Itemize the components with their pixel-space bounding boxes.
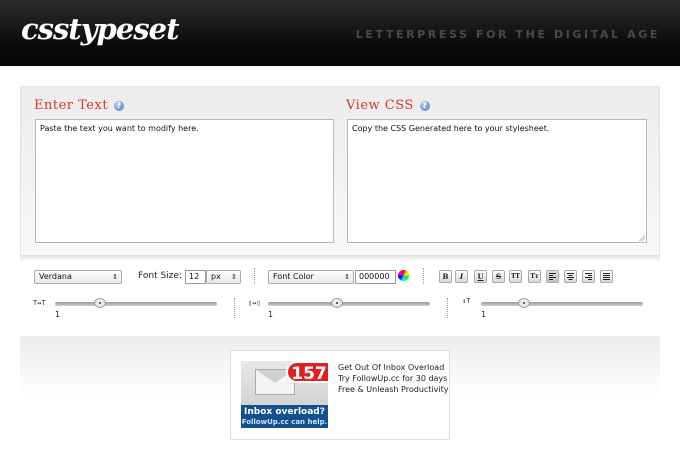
bold-button[interactable]: B — [439, 270, 452, 283]
line-height-value: 1 — [481, 310, 487, 319]
advertisement[interactable]: 157 Inbox overload? FollowUp.cc can help… — [230, 350, 450, 440]
letter-spacing-track[interactable] — [55, 302, 217, 306]
select-arrow-icon: ⇕ — [112, 273, 118, 281]
tagline: LETTERPRESS FOR THE DIGITAL AGE — [355, 28, 660, 41]
align-left-glyph — [549, 273, 556, 280]
align-right-glyph — [585, 273, 592, 280]
letter-spacing-handle[interactable] — [94, 298, 106, 308]
view-css-textarea[interactable]: Copy the CSS Generated here to your styl… — [347, 119, 647, 243]
word-spacing-handle[interactable] — [331, 298, 343, 308]
strikethrough-button[interactable]: S — [492, 270, 505, 283]
color-hex-input[interactable]: 000000 — [355, 270, 396, 284]
word-spacing-track[interactable] — [268, 302, 430, 306]
ad-text-line[interactable]: Free & Unleash Productivity — [338, 385, 448, 394]
font-family-select[interactable]: Verdana ⇕ — [34, 270, 122, 284]
align-right-icon[interactable] — [582, 270, 595, 283]
ad-text-line[interactable]: Try FollowUp.cc for 30 days — [338, 374, 447, 383]
word-spacing-icon: ▯↔▯ — [248, 299, 261, 307]
font-size-input[interactable]: 12 — [185, 270, 206, 284]
ad-text-line[interactable]: Get Out Of Inbox Overload — [338, 363, 444, 372]
view-css-content: Copy the CSS Generated here to your styl… — [352, 124, 550, 133]
align-center-icon[interactable] — [564, 270, 577, 283]
letter-spacing-icon: T↔T — [33, 299, 46, 307]
word-spacing-value: 1 — [268, 310, 274, 319]
align-left-icon[interactable] — [546, 270, 559, 283]
toolbar-divider — [423, 268, 425, 284]
align-justify-icon[interactable] — [600, 270, 613, 283]
toolbar-divider — [254, 268, 256, 284]
select-arrow-icon: ⇕ — [344, 273, 350, 281]
color-wheel-icon[interactable] — [398, 270, 409, 281]
slider-divider — [447, 298, 449, 318]
resize-handle-icon[interactable] — [639, 235, 645, 241]
logo[interactable]: csstypeset — [21, 12, 179, 46]
help-icon[interactable]: ? — [419, 101, 430, 111]
line-height-icon: ↕T — [462, 297, 471, 305]
enter-text-heading: Enter Text? — [34, 98, 125, 113]
enter-text-content: Paste the text you want to modify here. — [40, 124, 199, 133]
ad-image-subline: FollowUp.cc can help. — [241, 418, 328, 426]
view-css-title: View CSS — [346, 98, 414, 113]
capitalize-button[interactable]: Tт — [528, 270, 541, 283]
align-center-glyph — [567, 273, 574, 280]
font-unit-select[interactable]: px ⇕ — [206, 270, 241, 284]
ad-banner: Inbox overload? FollowUp.cc can help. — [241, 405, 328, 428]
align-justify-glyph — [603, 273, 610, 280]
italic-button[interactable]: I — [455, 270, 468, 283]
font-family-value: Verdana — [39, 272, 72, 281]
font-color-label: Font Color — [273, 272, 314, 281]
line-height-handle[interactable] — [518, 298, 530, 308]
unread-count-badge: 157 — [286, 361, 328, 384]
font-size-label: Font Size: — [138, 271, 182, 281]
ad-image[interactable]: 157 Inbox overload? FollowUp.cc can help… — [241, 361, 328, 428]
ad-image-headline: Inbox overload? — [244, 407, 325, 417]
select-arrow-icon: ⇕ — [231, 273, 237, 281]
line-height-track[interactable] — [481, 302, 643, 306]
letter-spacing-value: 1 — [55, 310, 61, 319]
site-header: csstypeset LETTERPRESS FOR THE DIGITAL A… — [0, 0, 680, 66]
underline-button[interactable]: U — [474, 270, 487, 283]
enter-text-textarea[interactable]: Paste the text you want to modify here. — [35, 119, 334, 243]
toolbar-shadow — [20, 256, 660, 262]
enter-text-title: Enter Text — [34, 98, 109, 113]
slider-divider — [234, 298, 236, 318]
uppercase-button[interactable]: TT — [509, 270, 522, 283]
help-icon[interactable]: ? — [114, 101, 125, 111]
view-css-heading: View CSS? — [346, 98, 430, 113]
editor-panel: Enter Text? View CSS? Paste the text you… — [20, 86, 660, 256]
font-unit-value: px — [211, 272, 221, 281]
font-color-select[interactable]: Font Color ⇕ — [268, 270, 354, 284]
